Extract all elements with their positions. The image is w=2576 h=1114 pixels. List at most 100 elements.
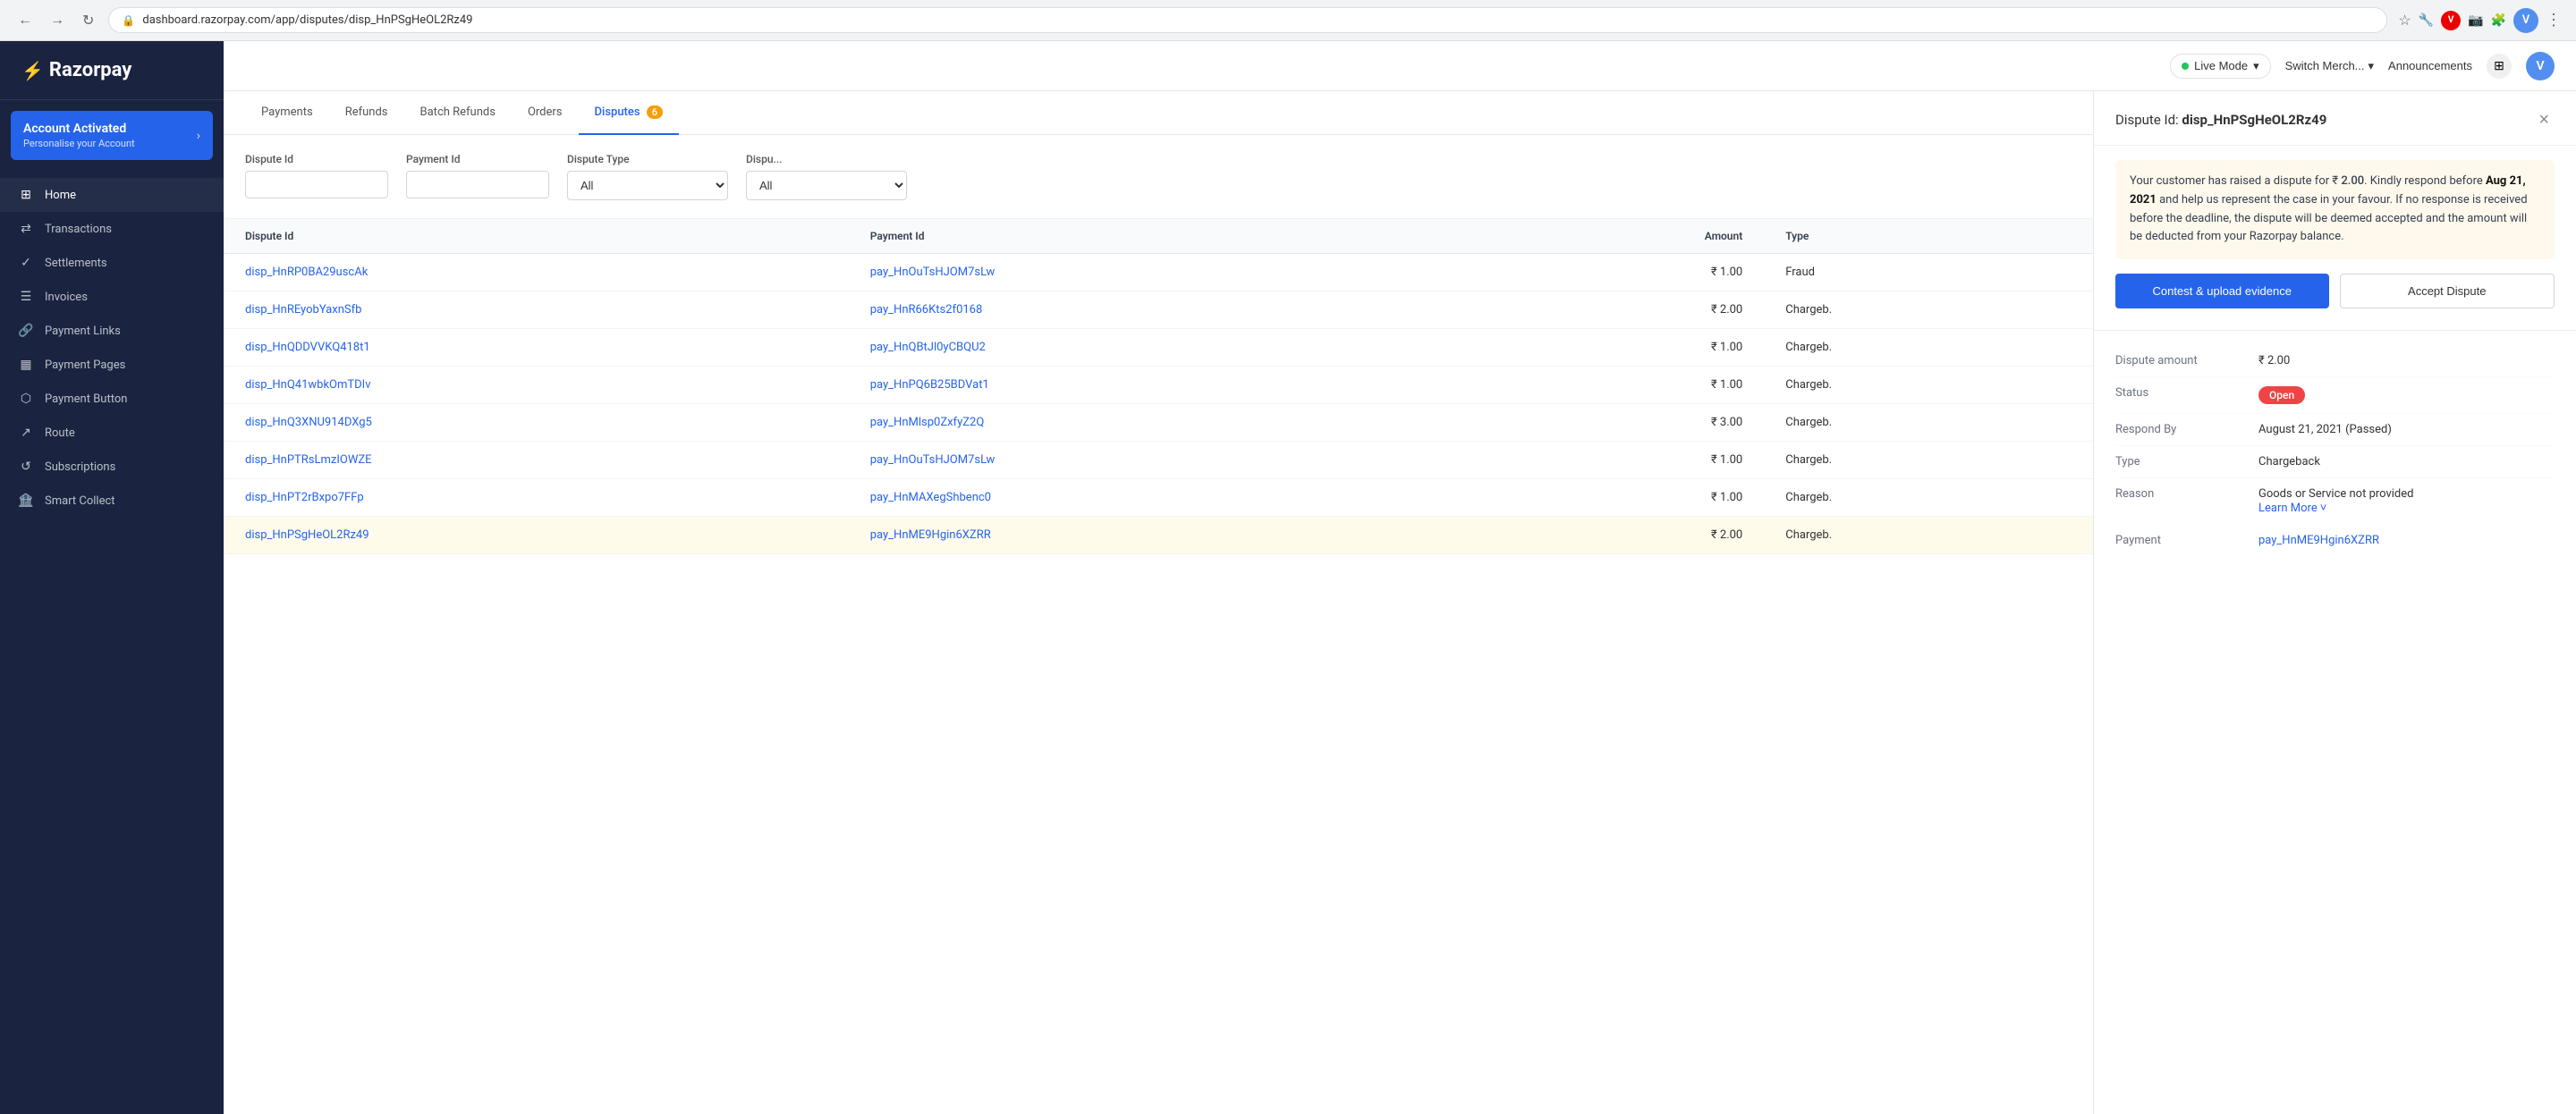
dispute-type-select[interactable]: All Fraud Chargeback <box>567 171 728 200</box>
menu-icon[interactable]: ⋮ <box>2546 11 2562 30</box>
account-activated-title: Account Activated <box>23 122 135 136</box>
close-detail-button[interactable]: × <box>2533 109 2555 131</box>
notice-text-after: and help us represent the case in your f… <box>2130 193 2528 244</box>
accept-dispute-button[interactable]: Accept Dispute <box>2340 274 2555 308</box>
action-buttons: Contest & upload evidence Accept Dispute <box>2115 274 2555 308</box>
puzzle-icon[interactable]: 🧩 <box>2491 13 2506 28</box>
notice-text-before: Your customer has raised a dispute for ₹ <box>2130 174 2341 188</box>
dispute-id-link[interactable]: disp_HnQ3XNU914DXg5 <box>245 416 372 429</box>
content-area: Payments Refunds Batch Refunds Orders Di <box>224 91 2576 1114</box>
payment-id-link[interactable]: pay_HnME9Hgin6XZRR <box>870 528 991 542</box>
dispute-id-link[interactable]: disp_HnPSgHeOL2Rz49 <box>245 528 369 542</box>
settlements-icon: ✓ <box>18 256 34 270</box>
announcements-label: Announcements <box>2388 59 2472 72</box>
table-row[interactable]: disp_HnQDDVVKQ418t1 pay_HnQBtJl0yCBQU2 ₹… <box>224 329 2093 367</box>
sidebar-item-subscriptions[interactable]: ↺ Subscriptions <box>0 450 224 484</box>
forward-button[interactable]: → <box>47 9 68 32</box>
sidebar-item-smart-collect[interactable]: 🏦 Smart Collect <box>0 484 224 518</box>
account-activated-banner[interactable]: Account Activated Personalise your Accou… <box>11 111 213 160</box>
field-reason: Reason Goods or Service not provided Lea… <box>2115 478 2555 525</box>
dispute-id-link[interactable]: disp_HnREyobYaxnSfb <box>245 303 361 316</box>
extension-icon-1[interactable]: 🔧 <box>2419 13 2434 28</box>
detail-panel: Dispute Id: disp_HnPSgHeOL2Rz49 × Your c… <box>2093 91 2576 1114</box>
live-dot <box>2182 63 2189 70</box>
payment-links-icon: 🔗 <box>18 324 34 338</box>
table-row[interactable]: disp_HnQ41wbkOmTDIv pay_HnPQ6B25BDVat1 ₹… <box>224 367 2093 404</box>
tab-batch-refunds[interactable]: Batch Refunds <box>404 91 512 135</box>
field-dispute-amount-value: ₹ 2.00 <box>2258 354 2290 367</box>
sidebar-item-transactions[interactable]: ⇄ Transactions <box>0 212 224 246</box>
type-cell: Chargeb. <box>1764 291 2093 329</box>
payment-id-link[interactable]: pay_HnR66Kts2f0168 <box>870 303 983 316</box>
sidebar-item-home[interactable]: ⊞ Home <box>0 178 224 212</box>
status-badge: Open <box>2258 386 2305 404</box>
sidebar-item-route[interactable]: ↗ Route <box>0 416 224 450</box>
tab-disputes[interactable]: Disputes 6 <box>579 91 680 135</box>
chevron-down-icon: ˅ <box>2320 501 2327 515</box>
field-payment-link[interactable]: pay_HnME9Hgin6XZRR <box>2258 534 2379 547</box>
sidebar-item-payment-links[interactable]: 🔗 Payment Links <box>0 314 224 348</box>
tab-orders[interactable]: Orders <box>512 91 579 135</box>
table-row[interactable]: disp_HnRP0BA29uscAk pay_HnOuTsHJOM7sLw ₹… <box>224 254 2093 291</box>
personalise-subtitle: Personalise your Account <box>23 138 135 149</box>
announcements-button[interactable]: Announcements <box>2388 59 2472 72</box>
filter-payment-id-label: Payment Id <box>406 153 549 165</box>
disputes-table: Dispute Id Payment Id Amount Type disp_H… <box>224 219 2093 554</box>
payment-pages-icon: ▦ <box>18 358 34 372</box>
payment-id-link[interactable]: pay_HnPQ6B25BDVat1 <box>870 378 989 392</box>
field-type-value: Chargeback <box>2258 455 2320 468</box>
payment-id-input[interactable] <box>406 171 549 198</box>
filter-bar: Dispute Id Payment Id Dispute Type All F… <box>224 135 2093 219</box>
sidebar-item-payment-pages[interactable]: ▦ Payment Pages <box>0 348 224 382</box>
field-reason-key: Reason <box>2115 487 2258 501</box>
tab-refunds[interactable]: Refunds <box>329 91 404 135</box>
table-row[interactable]: disp_HnQ3XNU914DXg5 pay_HnMlsp0ZxfyZ2Q ₹… <box>224 404 2093 442</box>
back-button[interactable]: ← <box>14 9 36 32</box>
payment-id-link[interactable]: pay_HnOuTsHJOM7sLw <box>870 266 996 279</box>
type-cell: Chargeb. <box>1764 404 2093 442</box>
dispute-id-link[interactable]: disp_HnQDDVVKQ418t1 <box>245 341 370 354</box>
payment-id-link[interactable]: pay_HnMlsp0ZxfyZ2Q <box>870 416 985 429</box>
dispute-id-input[interactable] <box>245 171 388 198</box>
sidebar: ⚡ Razorpay Account Activated Personalise… <box>0 41 224 1114</box>
dispute-status-select[interactable]: All Open Closed <box>746 171 907 200</box>
main-content: Live Mode ▾ Switch Merch... ▾ Announceme… <box>224 41 2576 1114</box>
payment-id-link[interactable]: pay_HnMAXegShbenc0 <box>870 491 991 504</box>
learn-more-link[interactable]: Learn More ˅ <box>2258 501 2414 515</box>
table-row[interactable]: disp_HnPT2rBxpo7FFp pay_HnMAXegShbenc0 ₹… <box>224 479 2093 517</box>
dispute-id-link[interactable]: disp_HnPT2rBxpo7FFp <box>245 491 364 504</box>
url-text: dashboard.razorpay.com/app/disputes/disp… <box>142 13 472 27</box>
payment-id-link[interactable]: pay_HnQBtJl0yCBQU2 <box>870 341 986 354</box>
filter-dispute-type: Dispute Type All Fraud Chargeback <box>567 153 728 200</box>
amount-cell: ₹ 1.00 <box>1466 367 1764 404</box>
live-mode-button[interactable]: Live Mode ▾ <box>2170 54 2271 79</box>
field-respond-by-value: August 21, 2021 (Passed) <box>2258 423 2392 436</box>
field-type: Type Chargeback <box>2115 446 2555 478</box>
payment-id-link[interactable]: pay_HnOuTsHJOM7sLw <box>870 453 996 467</box>
star-icon[interactable]: ☆ <box>2398 12 2411 29</box>
dispute-id-link[interactable]: disp_HnRP0BA29uscAk <box>245 266 368 279</box>
sidebar-label-subscriptions: Subscriptions <box>45 460 115 474</box>
dispute-id-link[interactable]: disp_HnPTRsLmzIOWZE <box>245 453 372 467</box>
contest-upload-button[interactable]: Contest & upload evidence <box>2115 274 2329 308</box>
sidebar-item-invoices[interactable]: ☰ Invoices <box>0 280 224 314</box>
sidebar-item-settlements[interactable]: ✓ Settlements <box>0 246 224 280</box>
address-bar[interactable]: 🔒 dashboard.razorpay.com/app/disputes/di… <box>108 7 2387 33</box>
col-dispute-id: Dispute Id <box>224 219 849 254</box>
avatar-topbar[interactable]: V <box>2513 8 2538 33</box>
switch-merch-button[interactable]: Switch Merch... ▾ <box>2285 59 2374 73</box>
table-row[interactable]: disp_HnPSgHeOL2Rz49 pay_HnME9Hgin6XZRR ₹… <box>224 517 2093 554</box>
dispute-id-link[interactable]: disp_HnQ41wbkOmTDIv <box>245 378 371 392</box>
browser-bar: ← → ↻ 🔒 dashboard.razorpay.com/app/dispu… <box>0 0 2576 41</box>
sidebar-item-payment-button[interactable]: ⬡ Payment Button <box>0 382 224 416</box>
tab-payments[interactable]: Payments <box>245 91 329 135</box>
user-avatar[interactable]: V <box>2526 52 2555 80</box>
detail-title-id: disp_HnPSgHeOL2Rz49 <box>2182 112 2326 128</box>
camera-icon[interactable]: 📷 <box>2468 13 2483 28</box>
reload-button[interactable]: ↻ <box>79 8 97 33</box>
table-row[interactable]: disp_HnPTRsLmzIOWZE pay_HnOuTsHJOM7sLw ₹… <box>224 442 2093 479</box>
detail-title-prefix: Dispute Id: <box>2115 112 2182 128</box>
sidebar-label-route: Route <box>45 426 75 440</box>
table-row[interactable]: disp_HnREyobYaxnSfb pay_HnR66Kts2f0168 ₹… <box>224 291 2093 329</box>
grid-icon[interactable]: ⊞ <box>2487 54 2512 79</box>
